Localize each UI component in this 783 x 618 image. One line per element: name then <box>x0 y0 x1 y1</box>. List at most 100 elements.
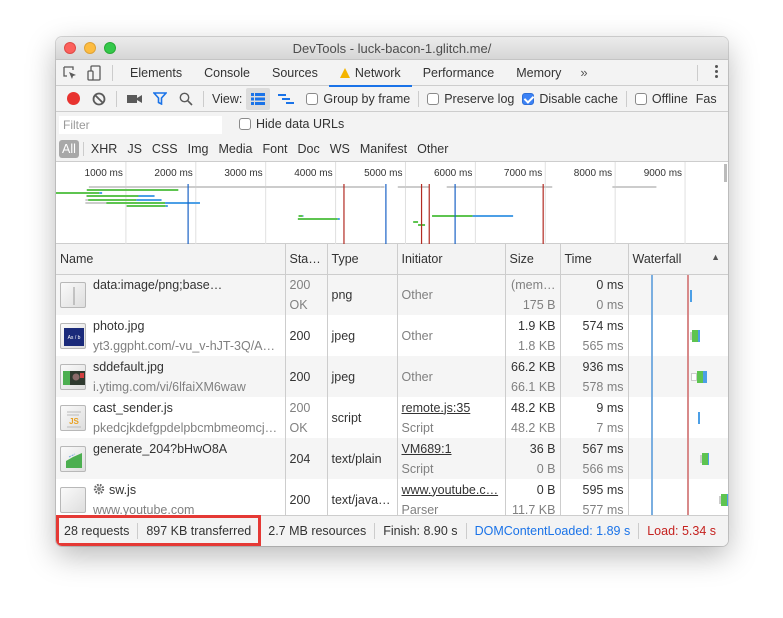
overview-download-bar <box>472 215 514 217</box>
device-toolbar-button[interactable] <box>82 60 106 86</box>
network-overview-timeline[interactable]: 1000 ms 2000 ms 3000 ms 4000 ms 5000 ms 6000 … <box>56 162 728 244</box>
request-row[interactable]: As / b photo.jpg yt3.ggpht.com/-vu_v-hJT-3… <box>56 315 728 356</box>
name-cell[interactable]: generate_204?bHwO8A <box>56 438 286 479</box>
group-by-frame-checkbox[interactable]: Group by frame <box>306 92 410 106</box>
inspect-element-button[interactable] <box>58 60 82 86</box>
large-request-rows-button[interactable] <box>246 87 271 110</box>
request-row[interactable]: JS cast_sender.js pkedcjkdefgpdelpbcmbmeom… <box>56 397 728 438</box>
status-code: 200 <box>289 369 311 384</box>
overview-scroll-handle[interactable] <box>724 164 727 182</box>
disable-cache-checkbox[interactable]: Disable cache <box>522 92 618 106</box>
size-cell: 48.2 KB 48.2 KB <box>505 397 561 438</box>
type-cell: text/plain <box>327 438 398 479</box>
status-cell: 200 <box>285 315 328 356</box>
waterfall-download-bar <box>708 453 710 465</box>
tab-network-label: Network <box>354 65 401 80</box>
record-button[interactable] <box>60 88 86 110</box>
view-label: View: <box>212 91 243 106</box>
type-filter-img[interactable]: Img <box>183 140 214 158</box>
name-cell[interactable]: JS cast_sender.js pkedcjkdefgpdelpbcmbmeom… <box>56 397 286 438</box>
request-row[interactable]: generate_204?bHwO8A 204 text/plain VM689… <box>56 438 728 479</box>
column-header-type[interactable]: Type <box>327 244 398 275</box>
name-cell[interactable]: sw.js www.youtube.com <box>56 479 286 520</box>
request-row[interactable]: sw.js www.youtube.com 200 text/java… www.… <box>56 479 728 520</box>
tab-elements[interactable]: Elements <box>119 60 193 86</box>
close-window-button[interactable] <box>64 42 76 54</box>
type-filter-manifest[interactable]: Manifest <box>355 140 412 158</box>
time-cell: 0 ms 0 ms <box>560 274 629 315</box>
initiator-link[interactable]: www.youtube.c… <box>402 480 501 500</box>
overview-download-bar <box>165 205 168 207</box>
capture-screenshots-button[interactable] <box>121 88 147 110</box>
hide-data-urls-checkbox[interactable]: Hide data URLs <box>239 117 344 131</box>
divider <box>116 90 117 107</box>
status-text: OK <box>289 297 308 312</box>
type-filter-all[interactable]: All <box>59 140 79 158</box>
column-header-waterfall[interactable]: Waterfall ▲ <box>628 244 728 275</box>
request-name: cast_sender.js <box>93 400 173 415</box>
more-tabs-button[interactable]: » <box>572 65 595 80</box>
customize-menu-button[interactable] <box>715 65 718 78</box>
preserve-log-checkbox[interactable]: Preserve log <box>427 92 514 106</box>
initiator-link[interactable]: remote.js:35 <box>402 398 501 418</box>
filter-toggle-button[interactable] <box>147 88 173 110</box>
request-row[interactable]: data:image/png;base… 200 OK png Other (me… <box>56 274 728 315</box>
overview-tick-label: 9000 ms <box>644 168 682 179</box>
search-button[interactable] <box>173 88 199 110</box>
tab-performance[interactable]: Performance <box>412 60 506 86</box>
initiator-cell[interactable]: www.youtube.c… Parser <box>397 479 506 520</box>
size-cell: (mem… 175 B <box>505 274 561 315</box>
initiator-link[interactable]: VM689:1 <box>402 439 501 459</box>
blank-image-icon <box>73 286 75 305</box>
initiator-cell[interactable]: VM689:1 Script <box>397 438 506 479</box>
minimize-window-button[interactable] <box>84 42 96 54</box>
request-path: yt3.ggpht.com/-vu_v-hJT-3Q/A… <box>93 338 276 353</box>
column-header-time[interactable]: Time <box>560 244 629 275</box>
initiator-cell[interactable]: remote.js:35 Script <box>397 397 506 438</box>
maximize-window-button[interactable] <box>104 42 116 54</box>
size-transferred: 1.9 KB <box>517 318 556 333</box>
column-header-size[interactable]: Size <box>505 244 561 275</box>
type-filter-xhr[interactable]: XHR <box>86 140 122 158</box>
tab-memory[interactable]: Memory <box>505 60 572 86</box>
overview-tick-label: 1000 ms <box>85 168 123 179</box>
type-filter-js[interactable]: JS <box>122 140 147 158</box>
initiator-type: Script <box>401 461 434 476</box>
type-filter-css[interactable]: CSS <box>147 140 183 158</box>
type-filter-doc[interactable]: Doc <box>293 140 325 158</box>
time-total: 936 ms <box>582 359 624 374</box>
filter-input[interactable] <box>59 116 222 134</box>
time-latency: 578 ms <box>582 379 624 394</box>
tab-sources[interactable]: Sources <box>261 60 329 86</box>
type-filter-other[interactable]: Other <box>412 140 453 158</box>
tab-network[interactable]: Network <box>328 60 412 87</box>
size-cell: 66.2 KB 66.1 KB <box>505 356 561 397</box>
column-header-initiator[interactable]: Initiator <box>397 244 506 275</box>
divider <box>418 90 420 107</box>
request-count: 28 requests <box>64 524 130 538</box>
divider <box>625 90 627 107</box>
type-filter-font[interactable]: Font <box>258 140 293 158</box>
name-cell[interactable]: As / b photo.jpg yt3.ggpht.com/-vu_v-hJT-3… <box>56 315 286 356</box>
column-header-status[interactable]: Sta… <box>285 244 328 275</box>
overview-tick-label: 2000 ms <box>154 168 192 179</box>
tab-console[interactable]: Console <box>193 60 261 86</box>
type-filter-ws[interactable]: WS <box>325 140 355 158</box>
offline-checkbox[interactable]: Offline <box>634 92 688 106</box>
show-overview-button[interactable] <box>274 88 298 110</box>
hide-data-urls-label: Hide data URLs <box>256 117 345 131</box>
status-bar: 28 requests 897 KB transferred 2.7 MB re… <box>56 515 728 546</box>
waterfall-overview-icon <box>278 93 295 104</box>
name-cell[interactable]: data:image/png;base… <box>56 274 286 315</box>
clear-button[interactable] <box>86 88 112 110</box>
throttling-select[interactable]: Fas <box>696 92 717 106</box>
overview-tick-label: 5000 ms <box>364 168 402 179</box>
type-filter-media[interactable]: Media <box>213 140 257 158</box>
photo-thumbnail-icon: As / b <box>64 327 84 346</box>
column-header-name[interactable]: Name <box>56 244 286 275</box>
waterfall-download-bar <box>690 289 693 302</box>
status-cell: 200 <box>285 356 328 397</box>
request-row[interactable]: sddefault.jpg i.ytimg.com/vi/6lfaiXM6waw … <box>56 356 728 397</box>
request-path: pkedcjkdefgpdelpbcmbmeomcj… <box>93 420 278 435</box>
name-cell[interactable]: sddefault.jpg i.ytimg.com/vi/6lfaiXM6waw <box>56 356 286 397</box>
